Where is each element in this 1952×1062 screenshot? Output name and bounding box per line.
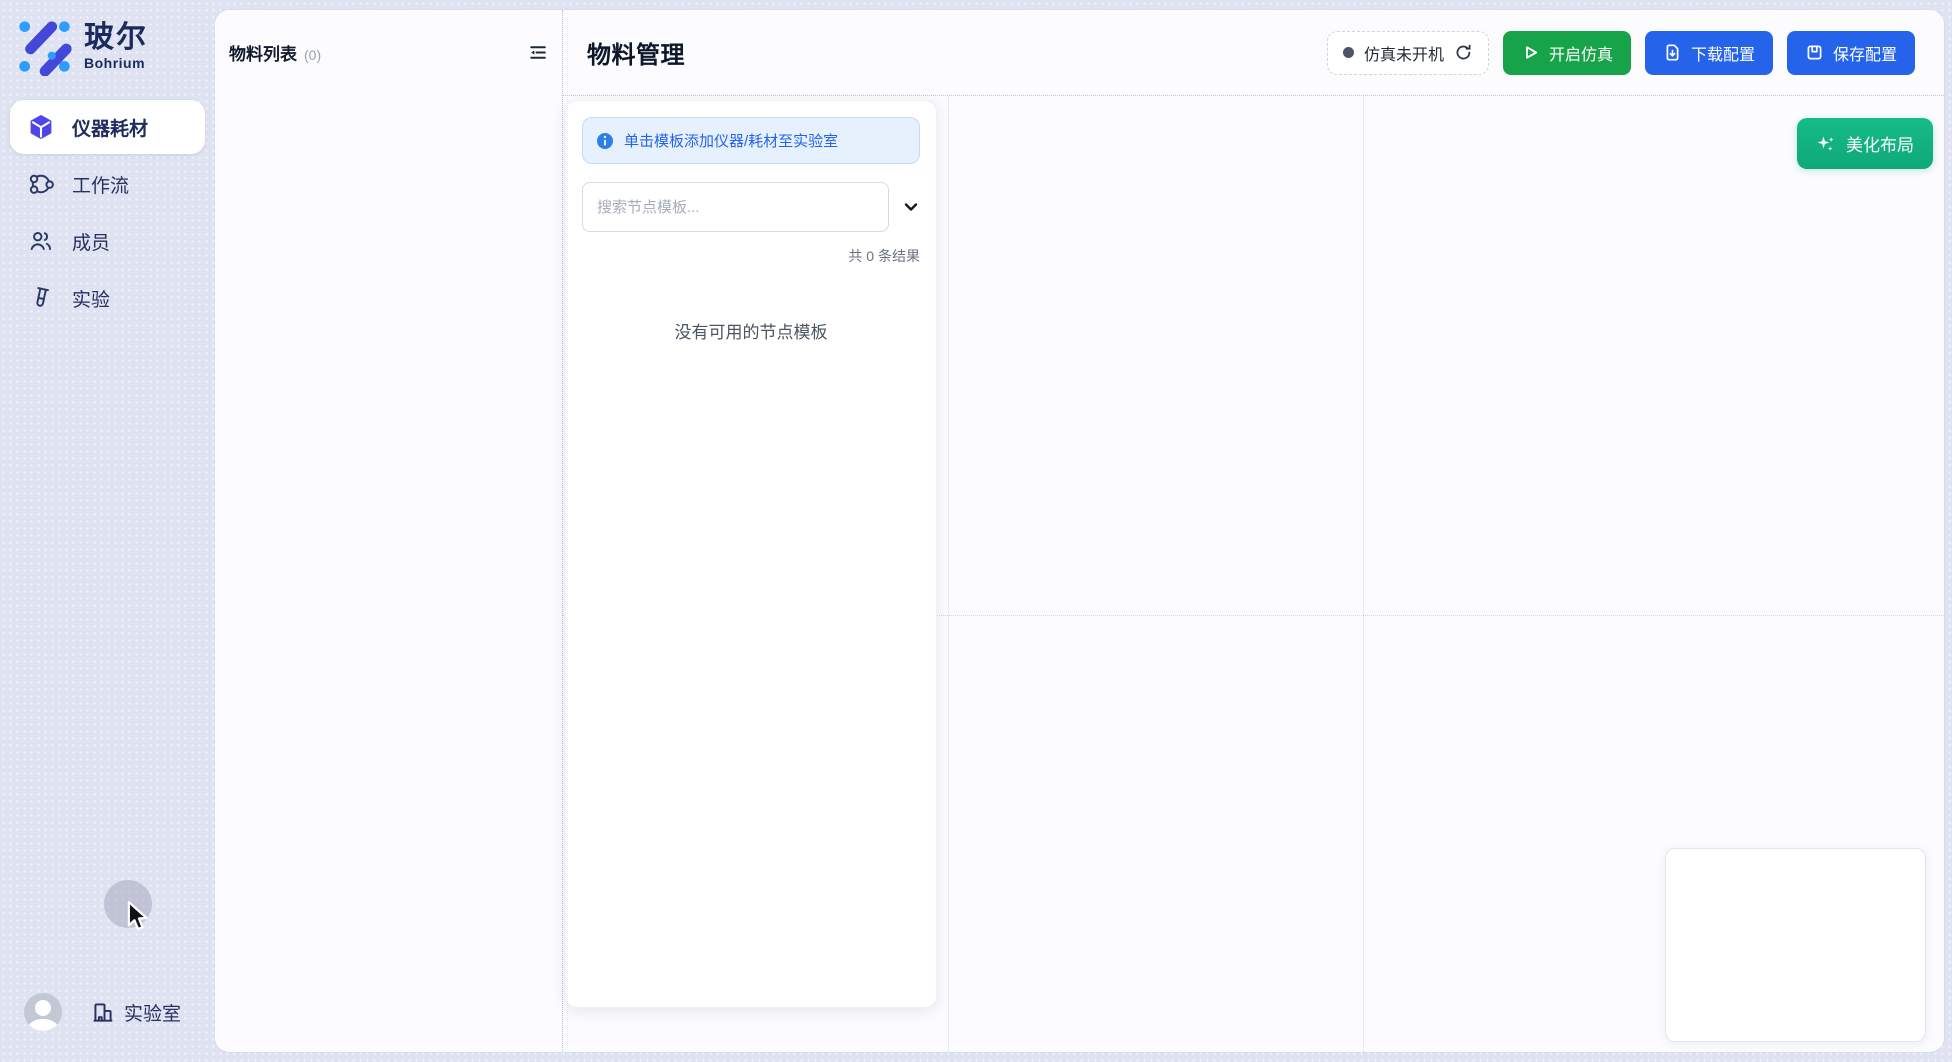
save-config-button[interactable]: 保存配置 [1787, 31, 1915, 75]
sidebar-item-label: 工作流 [72, 171, 129, 198]
sidebar-nav: 仪器耗材 工作流 成员 [0, 100, 215, 325]
sidebar-item-members[interactable]: 成员 [10, 214, 205, 268]
banner-text: 单击模板添加仪器/耗材至实验室 [624, 130, 838, 151]
sidebar-item-label: 实验 [72, 285, 110, 312]
brand-logo: 玻尔 Bohrium [16, 16, 148, 76]
simulation-status-pill: 仿真未开机 [1327, 31, 1489, 75]
cube-icon [28, 114, 54, 140]
brand-name-en: Bohrium [84, 55, 148, 71]
canvas-minimap[interactable] [1665, 848, 1926, 1042]
material-list-header: 物料列表 (0) [215, 40, 562, 65]
file-download-icon [1663, 43, 1682, 62]
status-badge: 仿真未开机 [1364, 41, 1444, 65]
sidebar-item-experiments[interactable]: 实验 [10, 271, 205, 325]
sidebar-item-instruments[interactable]: 仪器耗材 [10, 100, 205, 154]
bohrium-logo-icon [16, 16, 74, 76]
material-list-count: (0) [304, 47, 321, 63]
workflow-icon [28, 171, 54, 197]
start-simulation-button[interactable]: 开启仿真 [1503, 31, 1631, 75]
empty-state-text: 没有可用的节点模板 [582, 318, 920, 343]
info-icon [596, 132, 614, 150]
download-config-button[interactable]: 下载配置 [1645, 31, 1773, 75]
main-content-card: 物料列表 (0) 物料管理 仿真未开机 [215, 10, 1944, 1052]
header-actions: 仿真未开机 开启仿真 [1327, 31, 1915, 75]
page-title: 物料管理 [587, 35, 685, 70]
page-header: 物料管理 仿真未开机 开启仿真 [563, 10, 1944, 96]
sidebar-footer: 实验室 [24, 993, 181, 1031]
members-icon [28, 228, 54, 254]
results-count: 共 0 条结果 [582, 246, 920, 266]
flow-canvas[interactable]: 单击模板添加仪器/耗材至实验室 共 0 条结果 没有可用的节点模板 [563, 97, 1944, 1052]
building-icon [90, 999, 116, 1025]
experiment-icon [28, 285, 54, 311]
beautify-layout-button[interactable]: 美化布局 [1797, 118, 1933, 169]
material-list-title: 物料列表 [229, 40, 297, 65]
play-icon [1521, 43, 1540, 62]
chevron-down-icon[interactable] [901, 195, 921, 219]
sidebar: 玻尔 Bohrium 仪器耗材 工作流 [0, 0, 215, 1062]
user-avatar[interactable] [24, 993, 62, 1031]
sidebar-item-label: 成员 [72, 228, 110, 255]
search-node-template-input[interactable] [582, 182, 889, 232]
node-template-panel: 单击模板添加仪器/耗材至实验室 共 0 条结果 没有可用的节点模板 [565, 100, 937, 1008]
collapse-panel-icon[interactable] [526, 42, 548, 64]
brand-name-zh: 玻尔 [84, 21, 148, 55]
sidebar-item-workflow[interactable]: 工作流 [10, 157, 205, 211]
save-icon [1805, 43, 1824, 62]
mouse-cursor [122, 900, 152, 934]
canvas-gridline [948, 97, 949, 1052]
status-dot-icon [1343, 47, 1354, 58]
refresh-icon[interactable] [1454, 43, 1473, 62]
lab-switcher[interactable]: 实验室 [90, 999, 181, 1026]
sidebar-item-label: 仪器耗材 [72, 114, 148, 141]
template-hint-banner: 单击模板添加仪器/耗材至实验室 [582, 117, 920, 164]
sparkles-icon [1816, 134, 1836, 154]
lab-label: 实验室 [124, 999, 181, 1026]
canvas-gridline [1363, 97, 1364, 1052]
